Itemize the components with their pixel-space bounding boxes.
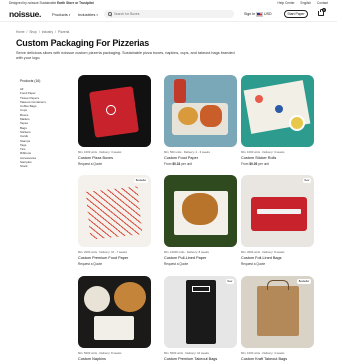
search-input[interactable] bbox=[113, 12, 224, 16]
contact-link[interactable]: Contact bbox=[317, 1, 328, 5]
product-card[interactable]: Min. 1000 units · Delivery: 3 weeks Custo… bbox=[78, 75, 151, 166]
product-name[interactable]: Custom Kraft Takeout Bags bbox=[241, 357, 314, 361]
product-meta: Min. 5000 units · Delivery: 8 weeks bbox=[78, 351, 122, 355]
search-icon bbox=[108, 12, 112, 16]
promo-link[interactable]: Earth Store or Trustpilot bbox=[57, 1, 94, 5]
product-badge: New bbox=[225, 279, 234, 284]
breadcrumb: Home / Shop / Industry / Pizzeria bbox=[16, 30, 69, 34]
breadcrumb-separator: / bbox=[38, 30, 40, 34]
nav-industries[interactable]: Industries ▾ bbox=[78, 12, 98, 17]
us-flag-icon[interactable] bbox=[256, 12, 263, 17]
product-badge: New bbox=[302, 178, 311, 183]
product-name[interactable]: Custom Premium Food Paper bbox=[78, 256, 151, 260]
currency-select[interactable]: USD bbox=[264, 12, 272, 16]
utility-links: Help Center English Contact bbox=[278, 1, 328, 5]
product-image[interactable]: Bestseller bbox=[241, 276, 314, 348]
sidebar-item[interactable]: Stock bbox=[20, 164, 58, 168]
product-price[interactable]: Request a Quote bbox=[78, 262, 151, 266]
product-card[interactable]: Min. 10000 units · Delivery: 8 weeks Cust… bbox=[164, 175, 237, 266]
price-prefix: From bbox=[241, 161, 249, 166]
breadcrumb-industry[interactable]: Industry bbox=[42, 30, 53, 34]
product-card[interactable]: Min. 500 units · Delivery: 2 - 3 weeks Cu… bbox=[164, 75, 237, 166]
product-price[interactable]: Request a Quote bbox=[241, 262, 314, 266]
start-button[interactable]: Start Paper bbox=[284, 10, 308, 18]
breadcrumb-separator: / bbox=[26, 30, 28, 34]
promo-text: Designed by noissue Sustainable Earth St… bbox=[9, 1, 94, 5]
price-suffix: per unit bbox=[258, 161, 269, 166]
nav-products-label: Products bbox=[52, 12, 68, 17]
language-select[interactable]: English bbox=[301, 1, 311, 5]
breadcrumb-current: Pizzeria bbox=[57, 30, 70, 34]
product-meta: Min. 3000 units · Delivery: 8 weeks bbox=[241, 250, 285, 254]
product-price: From $0.05 per unit bbox=[241, 162, 314, 166]
product-meta: Min. 10000 units · Delivery: 8 weeks bbox=[164, 250, 209, 254]
product-name[interactable]: Custom Foil-Lined Bags bbox=[241, 256, 314, 260]
product-name[interactable]: Custom Pull-Lined Paper bbox=[164, 256, 237, 260]
product-name[interactable]: Custom Pizza Boxes bbox=[78, 156, 151, 160]
price-suffix: per unit bbox=[181, 161, 192, 166]
promo-bar: Designed by noissue Sustainable Earth St… bbox=[0, 0, 337, 5]
promo-prefix: Designed by noissue Sustainable bbox=[9, 1, 57, 5]
product-card[interactable]: New Min. 5000 units · Delivery: 10 weeks C… bbox=[164, 276, 237, 361]
site-header: noissue. Products ▾ Industries ▾ Sign In… bbox=[0, 6, 337, 22]
product-card[interactable]: Bestseller Min. 2000 units · Delivery: 10… bbox=[78, 175, 151, 266]
category-sidebar: Products (16) All Food Paper Tissue Papers… bbox=[20, 79, 58, 169]
nav-products[interactable]: Products ▾ bbox=[52, 12, 70, 17]
price-prefix: From bbox=[164, 161, 172, 166]
product-image[interactable] bbox=[241, 75, 314, 147]
page-description: Serve delicious slices with noissue cust… bbox=[16, 51, 235, 61]
product-image[interactable] bbox=[164, 175, 237, 247]
product-count: (16) bbox=[34, 79, 41, 83]
search-bar[interactable] bbox=[104, 10, 234, 18]
product-image[interactable]: New bbox=[164, 276, 237, 348]
product-card[interactable]: Min. 1000 units · Delivery: 3 weeks Custo… bbox=[241, 75, 314, 166]
product-meta: Min. 1000 units · Delivery: 3 weeks bbox=[241, 150, 285, 154]
product-card[interactable]: Bestseller Min. 1000 units · Delivery: 4 … bbox=[241, 276, 314, 361]
product-name[interactable]: Custom Sticker Rolls bbox=[241, 156, 314, 160]
product-card[interactable]: New Min. 3000 units · Delivery: 8 weeks Cu… bbox=[241, 175, 314, 266]
product-image[interactable]: Bestseller bbox=[78, 175, 151, 247]
product-meta: Min. 500 units · Delivery: 2 - 3 weeks bbox=[164, 150, 210, 154]
product-meta: Min. 5000 units · Delivery: 10 weeks bbox=[164, 351, 209, 355]
price-value: $0.05 bbox=[249, 161, 258, 166]
sidebar-heading: Products (16) bbox=[20, 79, 58, 83]
product-meta: Min. 1000 units · Delivery: 4 weeks bbox=[241, 351, 285, 355]
breadcrumb-shop[interactable]: Shop bbox=[29, 30, 36, 34]
logo[interactable]: noissue. bbox=[9, 9, 41, 19]
breadcrumb-home[interactable]: Home bbox=[16, 30, 25, 34]
product-image[interactable] bbox=[78, 276, 151, 348]
cart-count-badge: 0 bbox=[322, 8, 326, 12]
category-list: All Food Paper Tissue Papers Takeout Contai… bbox=[20, 87, 58, 169]
product-meta: Min. 2000 units · Delivery: 10 - 7 weeks bbox=[78, 250, 127, 254]
nav-industries-label: Industries bbox=[78, 12, 96, 17]
price-value: $0.33 bbox=[172, 161, 181, 166]
sign-in-link[interactable]: Sign In bbox=[244, 12, 255, 16]
chevron-down-icon: ▾ bbox=[68, 12, 71, 17]
product-badge: Bestseller bbox=[296, 279, 311, 284]
product-badge: Bestseller bbox=[133, 178, 148, 183]
sidebar-heading-label: Products bbox=[20, 79, 34, 83]
breadcrumb-separator: / bbox=[55, 30, 56, 34]
product-name[interactable]: Custom Napkins bbox=[78, 357, 151, 361]
product-image[interactable]: New bbox=[241, 175, 314, 247]
product-image[interactable] bbox=[78, 75, 151, 147]
chevron-down-icon: ▾ bbox=[96, 12, 98, 17]
help-center-link[interactable]: Help Center bbox=[278, 1, 295, 5]
product-name[interactable]: Custom Food Paper bbox=[164, 156, 237, 160]
product-price[interactable]: Request a Quote bbox=[164, 262, 237, 266]
product-card[interactable]: Min. 5000 units · Delivery: 8 weeks Custo… bbox=[78, 276, 151, 361]
product-price: From $0.33 per unit bbox=[164, 162, 237, 166]
product-meta: Min. 1000 units · Delivery: 3 weeks bbox=[78, 150, 122, 154]
product-image[interactable] bbox=[164, 75, 237, 147]
product-price[interactable]: Request a Quote bbox=[78, 162, 151, 166]
product-name[interactable]: Custom Premium Takeout Bags bbox=[164, 357, 237, 361]
page-title: Custom Packaging For Pizzerias bbox=[16, 38, 150, 48]
